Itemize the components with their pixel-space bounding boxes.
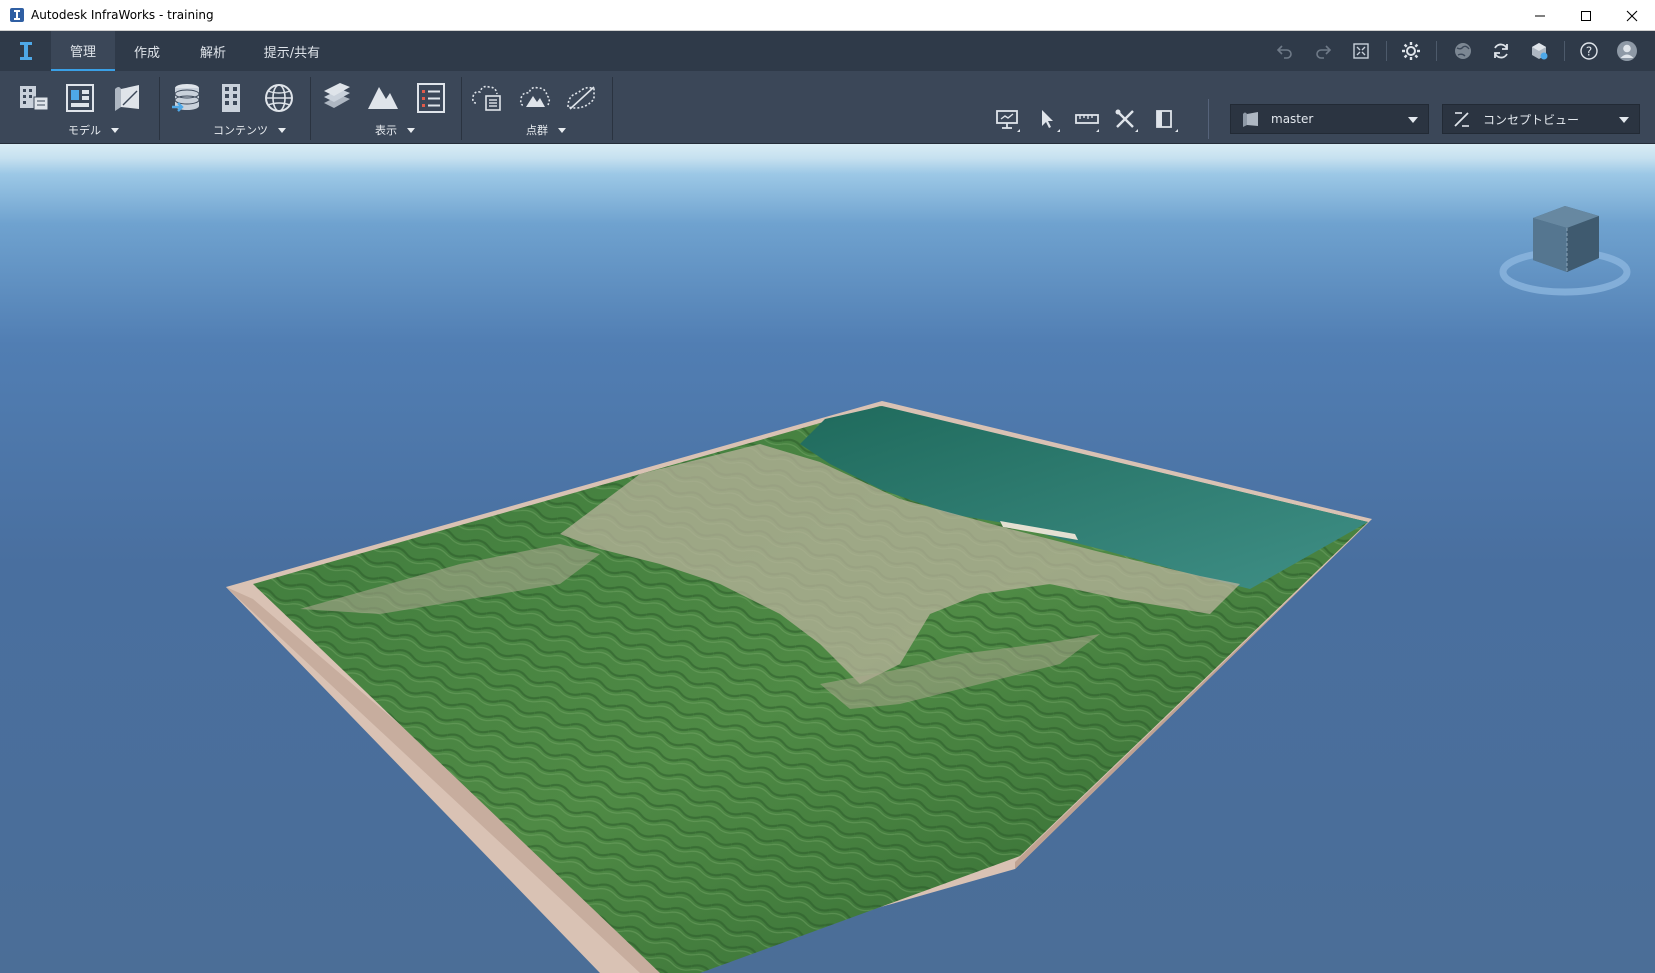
visual-style-dropdown[interactable]: コンセプトビュー: [1442, 104, 1640, 134]
chevron-down-icon: [111, 127, 119, 133]
point-cloud-terrain-button[interactable]: [516, 79, 554, 117]
help-icon: ?: [1580, 42, 1598, 60]
terrain-model: [226, 401, 1372, 973]
model-group-label[interactable]: モデル: [68, 121, 119, 139]
sync-button[interactable]: [1490, 40, 1512, 62]
undo-icon: [1276, 45, 1292, 59]
cloud-model-button[interactable]: [1528, 40, 1550, 62]
redo-icon: [1316, 45, 1332, 59]
tab-manage[interactable]: 管理: [51, 31, 115, 71]
tools-button[interactable]: [1111, 105, 1141, 135]
model-properties-button[interactable]: [15, 79, 53, 117]
chevron-down-icon: [407, 127, 415, 133]
user-icon: [1617, 41, 1637, 61]
sync-icon: [1494, 43, 1508, 59]
model-layout-icon: [66, 84, 94, 112]
point-cloud-line-icon: [567, 86, 595, 110]
data-sources-button[interactable]: [168, 79, 206, 117]
ribbon: モデル コンテンツ 表示 点群 master コンセプトビュー: [0, 71, 1655, 144]
chevron-down-icon: [558, 127, 566, 133]
model-layout-button[interactable]: [61, 79, 99, 117]
globe-icon: [1455, 43, 1471, 59]
settings-icon: [1402, 42, 1420, 60]
tab-analyze-label: 解析: [199, 45, 226, 61]
fit-view-icon: [1353, 43, 1369, 59]
visual-style-icon: [1451, 108, 1473, 130]
layers-icon: [324, 83, 350, 108]
settings-button[interactable]: [1400, 40, 1422, 62]
point-cloud-terrain-icon: [519, 86, 551, 107]
fit-view-button[interactable]: [1350, 40, 1372, 62]
globe-mesh-icon: [265, 84, 293, 112]
chevron-down-icon: [1408, 117, 1418, 123]
point-cloud-group-label[interactable]: 点群: [526, 121, 566, 139]
minimize-button[interactable]: [1517, 0, 1563, 31]
3d-viewport[interactable]: [0, 144, 1655, 973]
view-cube-icon: [1499, 206, 1631, 296]
point-cloud-line-button[interactable]: [562, 79, 600, 117]
minimize-icon: [1535, 15, 1545, 16]
content-group-label[interactable]: コンテンツ: [213, 121, 286, 139]
buildings-icon: [222, 84, 240, 112]
tab-analyze[interactable]: 解析: [189, 31, 237, 71]
tab-present-share-label: 提示/共有: [263, 45, 321, 61]
display-group-label[interactable]: 表示: [375, 121, 415, 139]
redo-button[interactable]: [1312, 40, 1334, 62]
model-sheet-icon: [115, 85, 139, 111]
globe-mesh-button[interactable]: [260, 79, 298, 117]
proposal-dropdown[interactable]: master: [1230, 104, 1429, 134]
terrain-button[interactable]: [364, 79, 402, 117]
point-cloud-button[interactable]: [468, 79, 506, 117]
app-icon: [9, 7, 25, 23]
infraworks-logo-icon[interactable]: [17, 40, 35, 62]
presentation-button[interactable]: [993, 105, 1023, 135]
presentation-icon: [996, 110, 1020, 132]
panel-button[interactable]: [1151, 105, 1181, 135]
model-sheet-button[interactable]: [107, 79, 145, 117]
proposal-icon: [1239, 108, 1261, 130]
maximize-icon: [1581, 10, 1591, 21]
visual-style-value: コンセプトビュー: [1483, 112, 1580, 127]
chevron-down-icon: [278, 127, 286, 133]
layers-button[interactable]: [318, 79, 356, 117]
buildings-button[interactable]: [212, 79, 250, 117]
data-sources-icon: [172, 84, 200, 112]
terrain-icon: [368, 87, 398, 109]
panel-icon: [1156, 110, 1178, 132]
maximize-button[interactable]: [1563, 0, 1609, 31]
select-icon: [1042, 110, 1060, 132]
view-cube[interactable]: [1495, 200, 1635, 300]
title-bar: Autodesk InfraWorks - training: [0, 0, 1655, 31]
proposal-value: master: [1271, 112, 1314, 126]
measure-icon: [1075, 114, 1099, 132]
cloud-model-icon: [1532, 43, 1548, 60]
list-button[interactable]: [412, 79, 450, 117]
point-cloud-icon: [472, 85, 501, 111]
tab-create-label: 作成: [133, 45, 160, 61]
window-title: Autodesk InfraWorks - training: [31, 8, 214, 22]
chevron-down-icon: [1619, 117, 1629, 123]
tools-icon: [1115, 109, 1138, 132]
tab-create[interactable]: 作成: [123, 31, 171, 71]
user-button[interactable]: [1616, 40, 1638, 62]
tab-present-share[interactable]: 提示/共有: [258, 31, 326, 71]
list-icon: [417, 83, 445, 113]
close-icon: [1626, 10, 1638, 21]
model-properties-icon: [20, 86, 49, 111]
close-button[interactable]: [1609, 0, 1655, 31]
svg-text:?: ?: [1586, 45, 1592, 59]
globe-button[interactable]: [1452, 40, 1474, 62]
measure-button[interactable]: [1072, 105, 1102, 135]
tab-manage-label: 管理: [69, 44, 96, 60]
undo-button[interactable]: [1274, 40, 1296, 62]
select-button[interactable]: [1033, 105, 1063, 135]
help-button[interactable]: ?: [1578, 40, 1600, 62]
menu-tab-row: 管理 作成 解析 提示/共有 ?: [0, 31, 1655, 71]
